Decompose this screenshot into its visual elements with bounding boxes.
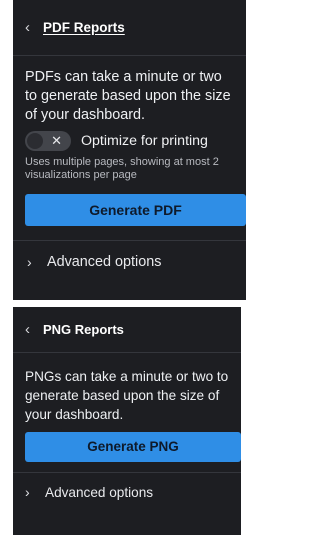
chevron-right-icon: › (27, 254, 32, 270)
pdf-panel-title[interactable]: PDF Reports (43, 20, 125, 35)
png-panel-title: PNG Reports (43, 322, 124, 337)
png-panel-header: ‹ PNG Reports (13, 307, 241, 353)
optimize-printing-toggle[interactable]: ✕ (25, 131, 71, 151)
generate-pdf-button[interactable]: Generate PDF (25, 194, 246, 226)
pdf-description: PDFs can take a minute or two to generat… (25, 69, 231, 123)
optimize-printing-label: Optimize for printing (81, 133, 208, 149)
advanced-options-label: Advanced options (45, 484, 154, 500)
advanced-options-label: Advanced options (47, 254, 162, 270)
pdf-reports-panel: ‹ PDF Reports PDFs can take a minute or … (13, 0, 246, 300)
generate-png-button[interactable]: Generate PNG (25, 432, 241, 462)
close-icon: ✕ (51, 133, 62, 148)
png-reports-panel: ‹ PNG Reports PNGs can take a minute or … (13, 307, 241, 535)
png-description: PNGs can take a minute or two to generat… (25, 369, 229, 422)
chevron-left-icon[interactable]: ‹ (25, 20, 39, 35)
toggle-knob (27, 133, 43, 149)
pdf-panel-header: ‹ PDF Reports (13, 0, 246, 56)
optimize-printing-helper: Uses multiple pages, showing at most 2 v… (25, 156, 219, 181)
pdf-advanced-options[interactable]: › Advanced options (13, 241, 246, 283)
chevron-left-icon[interactable]: ‹ (25, 322, 39, 337)
chevron-right-icon: › (25, 484, 30, 500)
optimize-printing-row: ✕ Optimize for printing (13, 129, 246, 153)
png-advanced-options[interactable]: › Advanced options (13, 473, 241, 511)
